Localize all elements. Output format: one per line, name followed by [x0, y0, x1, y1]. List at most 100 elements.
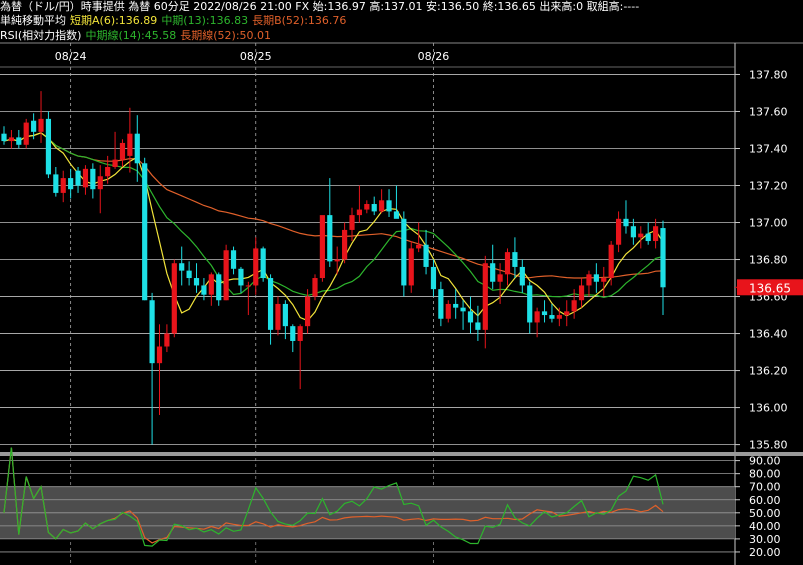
rsi-tick-label: 60.00: [749, 494, 781, 507]
candle: [490, 244, 496, 290]
candle-body: [482, 263, 488, 330]
candle-body: [379, 200, 385, 212]
candle-body: [645, 233, 651, 242]
candle: [401, 211, 407, 297]
candle: [142, 157, 148, 301]
candle-body: [504, 252, 511, 275]
candle-body: [230, 250, 237, 269]
candle: [327, 178, 333, 267]
candle: [453, 289, 459, 319]
candle: [216, 272, 222, 306]
candle-body: [608, 244, 614, 279]
candle-body: [171, 263, 177, 334]
ma-mid-line: [3, 132, 664, 299]
candle-body: [149, 300, 155, 364]
current-price-label: 136.65: [749, 281, 791, 295]
rsi-tick-label: 70.00: [749, 481, 781, 494]
price-tick-label: 136.40: [749, 328, 788, 341]
candle-body: [134, 133, 140, 164]
candle: [112, 131, 118, 169]
candle: [38, 91, 44, 143]
candle: [438, 281, 444, 327]
rsi-tick-label: 40.00: [749, 520, 781, 533]
candle-body: [601, 278, 607, 282]
candle: [393, 185, 400, 219]
candle-body: [401, 218, 407, 286]
candle: [423, 229, 429, 275]
candle-body: [304, 296, 311, 327]
candle-body: [438, 289, 444, 319]
candle-body: [564, 311, 570, 316]
candle-body: [164, 333, 170, 347]
candle-body: [208, 274, 214, 295]
candle-body: [297, 326, 303, 341]
rsi-tick-label: 30.00: [749, 533, 781, 546]
candle-body: [623, 218, 629, 227]
candle: [312, 274, 318, 301]
candle: [556, 307, 562, 327]
candle: [608, 241, 614, 286]
candle-body: [386, 200, 392, 212]
candle: [408, 241, 414, 293]
candle: [149, 292, 155, 445]
candle: [586, 270, 592, 297]
candle: [90, 163, 96, 199]
candle-body: [90, 168, 96, 190]
candle: [653, 218, 659, 249]
candle-body: [282, 303, 288, 327]
candle: [8, 129, 14, 149]
candle-body: [445, 303, 451, 319]
date-label: 08/24: [55, 50, 87, 63]
price-tick-label: 136.80: [749, 254, 788, 267]
candle-body: [423, 244, 429, 267]
rsi-tick-label: 80.00: [749, 468, 781, 481]
candle-body: [519, 266, 525, 286]
candle: [245, 281, 251, 316]
candle: [379, 189, 385, 214]
candle: [534, 307, 540, 338]
candle-body: [31, 120, 37, 132]
candle: [119, 139, 126, 167]
candle: [304, 289, 311, 334]
price-chart[interactable]: 137.80 137.60 137.40 137.20 137.00 136.80 136.…: [0, 0, 803, 565]
candle: [260, 246, 266, 282]
candle-body: [186, 270, 192, 279]
candle-body: [97, 176, 103, 190]
candle-body: [467, 311, 474, 323]
candle-body: [593, 274, 599, 282]
candle-body: [319, 215, 325, 279]
candle: [68, 168, 74, 199]
candle-body: [1, 133, 7, 142]
price-tick-label: 137.20: [749, 180, 788, 193]
candle-body: [541, 311, 548, 316]
candle: [519, 259, 525, 293]
candle-body: [127, 133, 133, 156]
candle-body: [201, 285, 207, 295]
candle-body: [453, 303, 459, 308]
candle-body: [267, 278, 274, 330]
candle: [578, 278, 585, 308]
candle-body: [112, 159, 118, 167]
candle-body: [512, 252, 518, 267]
candle-body: [253, 248, 259, 286]
candle-body: [223, 250, 229, 301]
candle: [134, 115, 140, 182]
candle: [660, 220, 666, 316]
candle: [16, 129, 22, 149]
candle: [238, 266, 244, 293]
candle-body: [45, 118, 52, 175]
candle: [223, 244, 229, 301]
candle-body: [497, 274, 503, 282]
candle-body: [53, 174, 59, 193]
candle-body: [260, 248, 266, 279]
candle-body: [156, 346, 163, 364]
candle-body: [334, 259, 340, 262]
candle: [475, 305, 481, 341]
candle: [504, 248, 511, 286]
candle-body: [119, 142, 126, 160]
candle-body: [60, 178, 66, 193]
candle-body: [290, 326, 296, 341]
candle: [230, 246, 237, 275]
candle: [541, 300, 548, 323]
price-tick-label: 136.00: [749, 402, 788, 415]
